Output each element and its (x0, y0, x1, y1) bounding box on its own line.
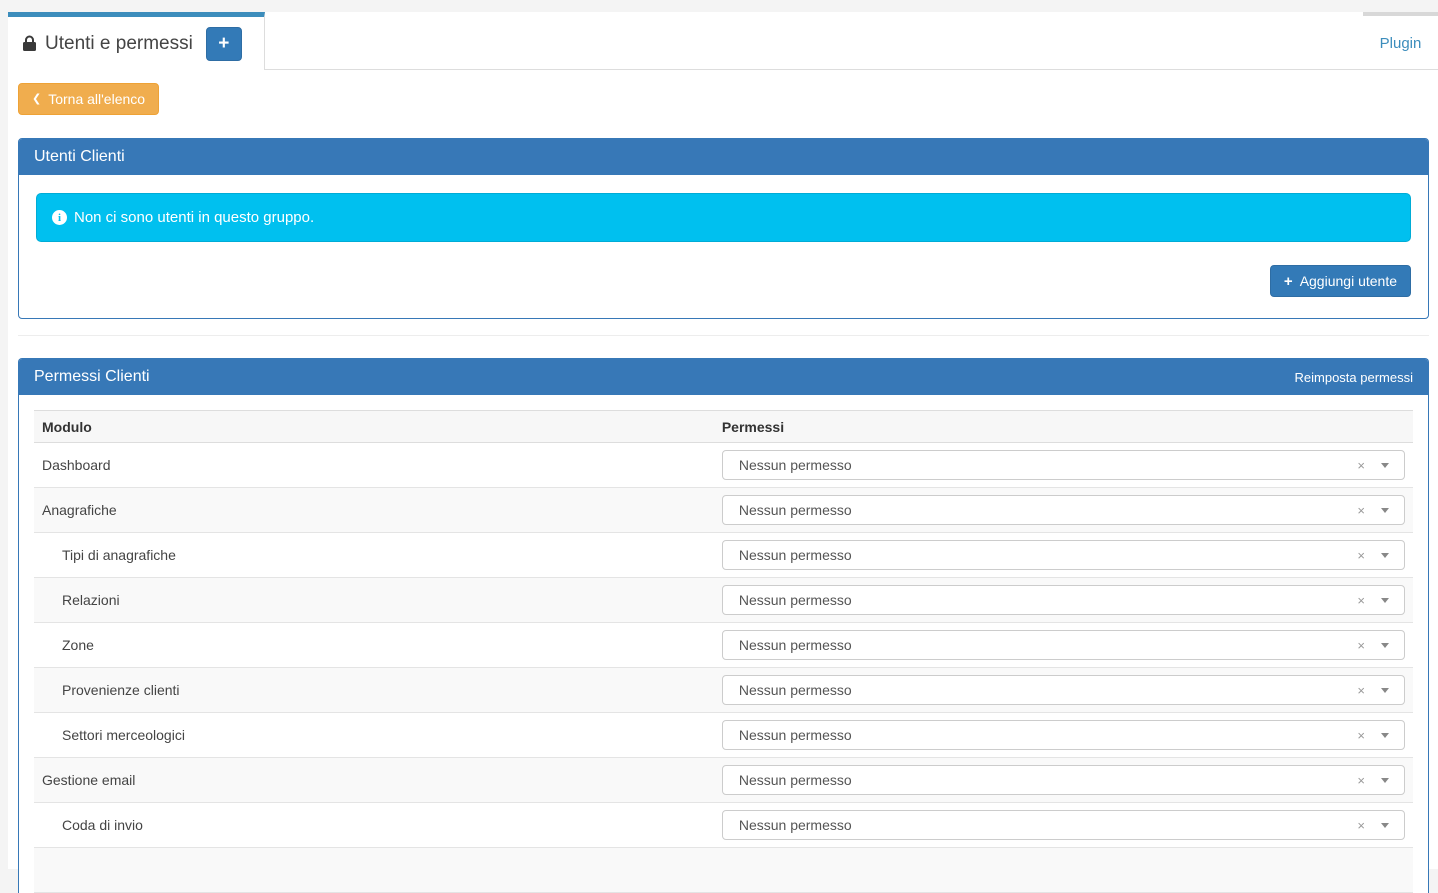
module-label: Gestione email (42, 772, 706, 788)
clear-selection-icon[interactable]: × (1357, 639, 1381, 652)
permissions-panel-title: Permessi Clienti (34, 368, 150, 386)
clear-selection-icon[interactable]: × (1357, 459, 1381, 472)
table-row: Coda di invio Nessun permesso × (34, 803, 1413, 848)
table-row: Anagrafiche Nessun permesso × (34, 488, 1413, 533)
caret-down-icon[interactable] (1381, 463, 1389, 468)
info-circle-icon: i (52, 210, 67, 225)
page-title: Utenti e permessi (45, 33, 193, 55)
plus-icon: + (1284, 274, 1293, 289)
caret-down-icon[interactable] (1381, 643, 1389, 648)
tab-bar: Utenti e permessi + Plugin (8, 12, 1438, 70)
add-user-button[interactable]: + Aggiungi utente (1270, 265, 1411, 297)
permission-value: Nessun permesso (739, 727, 852, 743)
table-header-row: Modulo Permessi (34, 411, 1413, 443)
users-panel-body: i Non ci sono utenti in questo gruppo. +… (19, 175, 1428, 318)
permission-select[interactable]: Nessun permesso × (722, 675, 1405, 705)
clear-selection-icon[interactable]: × (1357, 729, 1381, 742)
caret-down-icon[interactable] (1381, 508, 1389, 513)
table-row: Tipi di anagrafiche Nessun permesso × (34, 533, 1413, 578)
module-label: Tipi di anagrafiche (42, 547, 706, 563)
module-label: Dashboard (42, 457, 706, 473)
content-card: Utenti e permessi + Plugin ❮ Torna all'e… (8, 12, 1438, 869)
permission-value: Nessun permesso (739, 592, 852, 608)
plus-icon: + (218, 34, 229, 53)
module-label: Coda di invio (42, 817, 706, 833)
table-row (34, 848, 1413, 893)
clear-selection-icon[interactable]: × (1357, 684, 1381, 697)
tab-users-permissions[interactable]: Utenti e permessi + (8, 12, 265, 70)
add-user-label: Aggiungi utente (1300, 273, 1397, 289)
permission-select[interactable]: Nessun permesso × (722, 765, 1405, 795)
no-users-alert-text: Non ci sono utenti in questo gruppo. (74, 209, 314, 226)
reset-permissions-link[interactable]: Reimposta permessi (1295, 370, 1414, 385)
tab-plugin[interactable]: Plugin (1363, 12, 1438, 70)
permissions-panel-body: Modulo Permessi Dashboard Nessun permess… (19, 395, 1428, 893)
permission-value: Nessun permesso (739, 457, 852, 473)
no-users-alert: i Non ci sono utenti in questo gruppo. (36, 193, 1411, 242)
users-panel-heading: Utenti Clienti (19, 139, 1428, 175)
module-label: Settori merceologici (42, 727, 706, 743)
permissions-table-body: Dashboard Nessun permesso × Anagrafiche … (34, 443, 1413, 893)
permission-select[interactable]: Nessun permesso × (722, 720, 1405, 750)
permission-select[interactable]: Nessun permesso × (722, 495, 1405, 525)
caret-down-icon[interactable] (1381, 553, 1389, 558)
clear-selection-icon[interactable]: × (1357, 819, 1381, 832)
table-row: Zone Nessun permesso × (34, 623, 1413, 668)
tab-plugin-label: Plugin (1380, 35, 1422, 52)
clear-selection-icon[interactable]: × (1357, 504, 1381, 517)
back-to-list-label: Torna all'elenco (48, 91, 145, 107)
toolbar: ❮ Torna all'elenco (18, 83, 1438, 115)
permission-select[interactable]: Nessun permesso × (722, 810, 1405, 840)
caret-down-icon[interactable] (1381, 688, 1389, 693)
permission-select[interactable]: Nessun permesso × (722, 450, 1405, 480)
users-panel: Utenti Clienti i Non ci sono utenti in q… (18, 138, 1429, 319)
module-label: Anagrafiche (42, 502, 706, 518)
permission-select[interactable]: Nessun permesso × (722, 540, 1405, 570)
table-row: Dashboard Nessun permesso × (34, 443, 1413, 488)
module-label: Provenienze clienti (42, 682, 706, 698)
chevron-left-icon: ❮ (32, 94, 41, 105)
table-row: Settori merceologici Nessun permesso × (34, 713, 1413, 758)
column-header-permissions: Permessi (714, 411, 1413, 443)
users-panel-title: Utenti Clienti (34, 148, 125, 166)
clear-selection-icon[interactable]: × (1357, 549, 1381, 562)
permission-value: Nessun permesso (739, 547, 852, 563)
back-to-list-button[interactable]: ❮ Torna all'elenco (18, 83, 159, 115)
permissions-panel-heading: Permessi Clienti Reimposta permessi (19, 359, 1428, 395)
section-divider (18, 335, 1429, 336)
clear-selection-icon[interactable]: × (1357, 774, 1381, 787)
lock-icon (22, 35, 37, 52)
column-header-module: Modulo (34, 411, 714, 443)
table-row: Gestione email Nessun permesso × (34, 758, 1413, 803)
permission-value: Nessun permesso (739, 637, 852, 653)
permission-select[interactable]: Nessun permesso × (722, 585, 1405, 615)
table-row: Relazioni Nessun permesso × (34, 578, 1413, 623)
permission-value: Nessun permesso (739, 817, 852, 833)
module-label: Relazioni (42, 592, 706, 608)
add-tab-button[interactable]: + (206, 27, 242, 61)
clear-selection-icon[interactable]: × (1357, 594, 1381, 607)
permission-value: Nessun permesso (739, 502, 852, 518)
permissions-table: Modulo Permessi Dashboard Nessun permess… (34, 410, 1413, 893)
caret-down-icon[interactable] (1381, 778, 1389, 783)
module-label: Zone (42, 637, 706, 653)
caret-down-icon[interactable] (1381, 733, 1389, 738)
permission-select[interactable]: Nessun permesso × (722, 630, 1405, 660)
table-row: Provenienze clienti Nessun permesso × (34, 668, 1413, 713)
permission-value: Nessun permesso (739, 772, 852, 788)
permission-value: Nessun permesso (739, 682, 852, 698)
permissions-panel: Permessi Clienti Reimposta permessi Modu… (18, 358, 1429, 893)
caret-down-icon[interactable] (1381, 823, 1389, 828)
caret-down-icon[interactable] (1381, 598, 1389, 603)
